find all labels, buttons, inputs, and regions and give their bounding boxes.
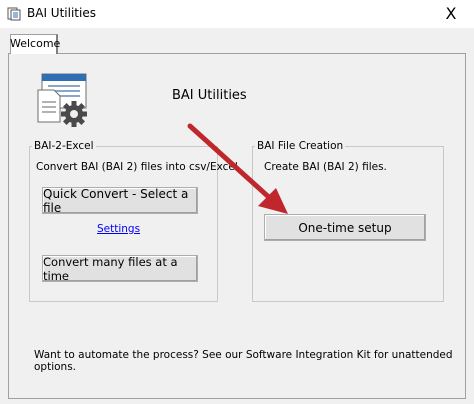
convert-many-button[interactable]: Convert many files at a time xyxy=(42,255,198,283)
quick-convert-button[interactable]: Quick Convert - Select a file xyxy=(42,187,198,215)
settings-link[interactable]: Settings xyxy=(97,223,140,235)
hero-title: BAI Utilities xyxy=(172,88,247,103)
annotation-arrow-icon xyxy=(187,123,288,214)
close-icon[interactable]: X xyxy=(436,0,466,28)
window-title: BAI Utilities xyxy=(27,6,96,20)
group-bai2excel-legend: BAI-2-Excel xyxy=(32,140,96,152)
app-icon xyxy=(7,7,21,21)
tab-welcome-label: Welcome xyxy=(10,37,61,50)
footer-text: Want to automate the process? See our So… xyxy=(34,349,453,373)
document-gear-icon xyxy=(37,73,87,127)
